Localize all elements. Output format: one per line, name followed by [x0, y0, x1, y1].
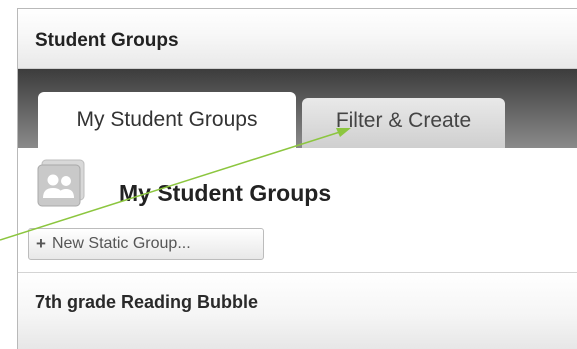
tab-label: My Student Groups [76, 108, 258, 131]
group-name: 7th grade Reading Bubble [35, 292, 259, 312]
student-groups-panel: Student Groups My Student Groups Filter … [17, 8, 577, 349]
section-title: My Student Groups [119, 180, 332, 206]
tab-filter-create[interactable]: Filter & Create [302, 98, 505, 148]
people-group-icon [37, 159, 85, 207]
group-list-item[interactable]: 7th grade Reading Bubble [18, 272, 577, 349]
new-static-group-button[interactable]: + New Static Group... [28, 228, 264, 260]
tab-label: Filter & Create [335, 109, 472, 132]
panel-title: Student Groups [35, 30, 179, 51]
plus-icon: + [36, 234, 46, 253]
tab-my-student-groups[interactable]: My Student Groups [38, 92, 296, 148]
new-static-group-label: New Static Group... [51, 235, 191, 252]
tab-content: My Student Groups + New Static Group... … [18, 148, 577, 349]
tab-bar: My Student Groups Filter & Create [18, 69, 577, 148]
panel-header: Student Groups [18, 9, 577, 69]
